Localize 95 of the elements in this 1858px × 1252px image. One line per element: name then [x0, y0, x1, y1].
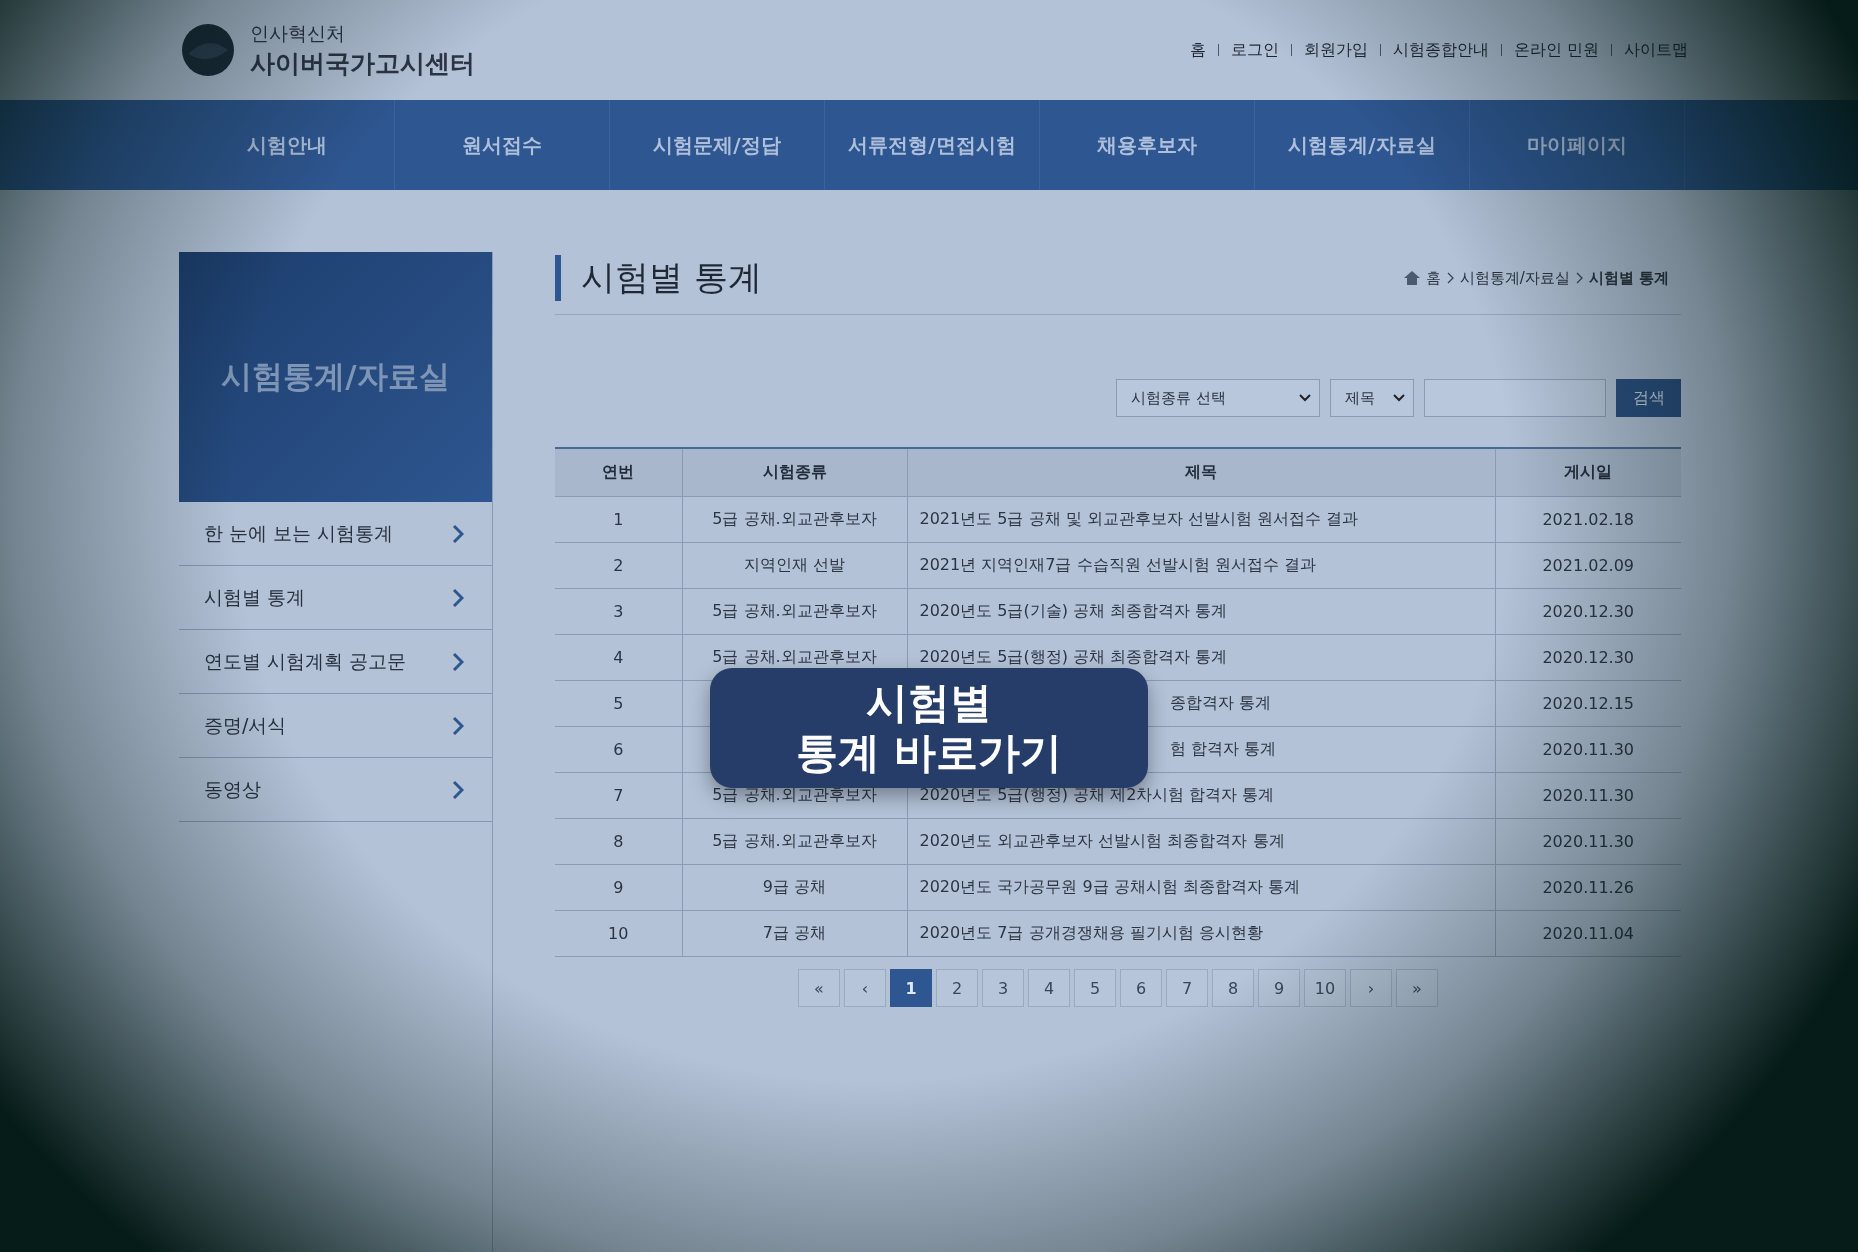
shortcut-tooltip[interactable]: 시험별 통계 바로가기	[710, 668, 1148, 788]
page-button[interactable]: 8	[1212, 969, 1254, 1007]
nav-item[interactable]: 원서접수	[395, 100, 610, 190]
sidebar-item[interactable]: 연도별 시험계획 공고문	[179, 630, 492, 694]
page-button[interactable]: 10	[1304, 969, 1346, 1007]
page-button[interactable]: 4	[1028, 969, 1070, 1007]
sidebar-item-label: 한 눈에 보는 시험통계	[204, 520, 394, 546]
table-cell: 10	[555, 910, 682, 957]
table-cell: 5급 공채.외교관후보자	[682, 496, 907, 543]
search-button[interactable]: 검색	[1616, 379, 1681, 417]
page-button[interactable]: 5	[1074, 969, 1116, 1007]
table-cell: 4	[555, 634, 682, 681]
table-cell[interactable]: 2021년도 5급 공채 및 외교관후보자 선발시험 원서접수 결과	[907, 496, 1495, 543]
table-cell: 1	[555, 496, 682, 543]
field-select[interactable]: 제목	[1330, 379, 1414, 417]
sidebar-item-label: 시험별 통계	[204, 584, 306, 610]
top-link[interactable]: 온라인 민원	[1513, 39, 1599, 61]
chevron-icon	[452, 651, 464, 672]
page-title: 시험별 통계	[555, 255, 762, 301]
table-cell: 6	[555, 726, 682, 773]
table-cell: 5급 공채.외교관후보자	[682, 818, 907, 865]
nav-item[interactable]: 시험통계/자료실	[1255, 100, 1470, 190]
table-cell: 2020.11.04	[1495, 910, 1681, 957]
page-button[interactable]: 7	[1166, 969, 1208, 1007]
top-link[interactable]: 사이트맵	[1624, 39, 1688, 61]
chevron-icon	[452, 523, 464, 544]
table-cell: 9급 공채	[682, 864, 907, 911]
sidebar-item[interactable]: 한 눈에 보는 시험통계	[179, 502, 492, 566]
breadcrumb-separator-icon	[1575, 272, 1583, 284]
page-button[interactable]: 3	[982, 969, 1024, 1007]
table-cell[interactable]: 2020년도 7급 공개경쟁채용 필기시험 응시현황	[907, 910, 1495, 957]
nav-item[interactable]: 시험안내	[180, 100, 395, 190]
table-cell: 5	[555, 680, 682, 727]
sidebar-item-label: 증명/서식	[204, 712, 287, 738]
breadcrumb-item[interactable]: 홈	[1425, 268, 1441, 288]
page-button[interactable]: 6	[1120, 969, 1162, 1007]
page-button[interactable]: 2	[936, 969, 978, 1007]
sidebar-item[interactable]: 동영상	[179, 758, 492, 822]
page-button[interactable]: 9	[1258, 969, 1300, 1007]
sidebar-title: 시험통계/자료실	[179, 252, 492, 502]
nav-item[interactable]: 서류전형/면접시험	[825, 100, 1040, 190]
search-field[interactable]	[1424, 379, 1606, 417]
last-page-button[interactable]: »	[1396, 969, 1438, 1007]
top-link[interactable]: 로그인	[1230, 39, 1279, 61]
breadcrumb-separator-icon	[1446, 272, 1454, 284]
column-header: 제목	[907, 448, 1495, 497]
top-link[interactable]: 홈	[1189, 39, 1206, 61]
table-cell: 2020.11.30	[1495, 726, 1681, 773]
nav-item[interactable]: 시험문제/정답	[610, 100, 825, 190]
table-cell: 7급 공채	[682, 910, 907, 957]
breadcrumb-item[interactable]: 시험통계/자료실	[1459, 268, 1570, 288]
table-cell: 5급 공채.외교관후보자	[682, 588, 907, 635]
table-cell: 8	[555, 818, 682, 865]
table-cell: 2020.11.30	[1495, 772, 1681, 819]
table-cell: 2020.12.15	[1495, 680, 1681, 727]
table-cell: 2021.02.09	[1495, 542, 1681, 589]
sidebar-item-label: 연도별 시험계획 공고문	[204, 648, 407, 674]
table-cell: 지역인재 선발	[682, 542, 907, 589]
table-cell: 2	[555, 542, 682, 589]
top-link[interactable]: 시험종합안내	[1392, 39, 1489, 61]
chevron-icon	[452, 715, 464, 736]
table-cell: 3	[555, 588, 682, 635]
organization-name: 인사혁신처	[250, 20, 346, 46]
dropdown-caret-icon	[1299, 394, 1311, 402]
column-header: 게시일	[1495, 448, 1681, 497]
table-cell: 2020.11.30	[1495, 818, 1681, 865]
table-cell[interactable]: 2021년 지역인재7급 수습직원 선발시험 원서접수 결과	[907, 542, 1495, 589]
nav-item[interactable]: 마이페이지	[1470, 100, 1685, 190]
column-header: 연번	[555, 448, 682, 497]
breadcrumb-item: 시험별 통계	[1588, 268, 1669, 288]
top-link[interactable]: 회원가입	[1303, 39, 1368, 61]
chevron-icon	[452, 587, 464, 608]
column-header: 시험종류	[682, 448, 907, 497]
next-page-button[interactable]: ›	[1350, 969, 1392, 1007]
sidebar-item[interactable]: 시험별 통계	[179, 566, 492, 630]
chevron-icon	[452, 779, 464, 800]
previous-page-button[interactable]: ‹	[844, 969, 886, 1007]
site-title: 사이버국가고시센터	[250, 47, 475, 80]
first-page-button[interactable]: «	[798, 969, 840, 1007]
page-button[interactable]: 1	[890, 969, 932, 1007]
home-icon	[1403, 271, 1420, 285]
table-cell: 2020.12.30	[1495, 588, 1681, 635]
table-cell[interactable]: 2020년도 외교관후보자 선발시험 최종합격자 통계	[907, 818, 1495, 865]
table-cell: 9	[555, 864, 682, 911]
table-cell: 7	[555, 772, 682, 819]
table-cell: 2020.12.30	[1495, 634, 1681, 681]
dropdown-caret-icon	[1393, 394, 1405, 402]
table-cell: 2020.11.26	[1495, 864, 1681, 911]
table-cell[interactable]: 2020년도 국가공무원 9급 공채시험 최종합격자 통계	[907, 864, 1495, 911]
table-cell[interactable]: 2020년도 5급(기술) 공채 최종합격자 통계	[907, 588, 1495, 635]
sidebar-item-label: 동영상	[204, 776, 261, 802]
nav-item[interactable]: 채용후보자	[1040, 100, 1255, 190]
table-cell: 2021.02.18	[1495, 496, 1681, 543]
sidebar-item[interactable]: 증명/서식	[179, 694, 492, 758]
category-select[interactable]: 시험종류 선택	[1116, 379, 1320, 417]
